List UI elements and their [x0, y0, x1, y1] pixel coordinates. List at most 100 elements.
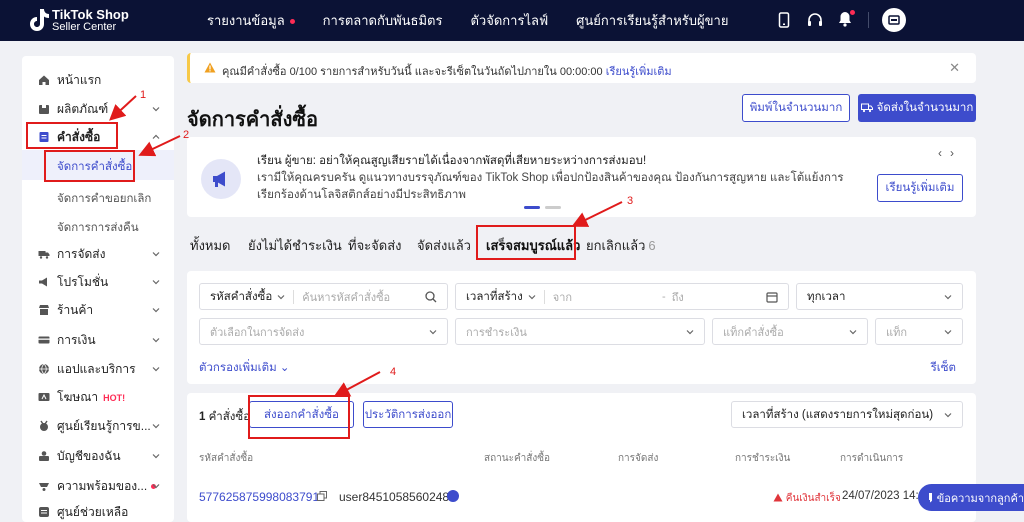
annotation-box-3: [476, 225, 576, 260]
sidebar-item-home[interactable]: หน้าแรก: [22, 67, 174, 93]
chevron-left-icon[interactable]: ‹: [938, 146, 950, 160]
order-count-suffix: คำสั่งซื้อ: [208, 411, 251, 423]
table-row[interactable]: 577625875998083791 user8451058560248 คืน…: [187, 483, 976, 509]
time-preset-select[interactable]: ทุกเวลา: [796, 283, 963, 310]
shop-avatar[interactable]: [882, 8, 906, 32]
notice-text: คุณมีคำสั่งซื้อ 0/100 รายการสำหรับวันนี้…: [222, 62, 672, 80]
chevron-down-icon: [528, 294, 536, 299]
tag-select[interactable]: แท็ก: [875, 318, 963, 345]
order-tag-select[interactable]: แท็กคำสั่งซื้อ: [712, 318, 868, 345]
nav-live-manager[interactable]: ตัวจัดการไลฟ์: [470, 10, 548, 31]
sidebar-subitem-cancellations[interactable]: จัดการคำขอยกเลิก: [57, 190, 151, 208]
print-bulk-button[interactable]: พิมพ์ในจำนวนมาก: [742, 94, 850, 122]
sidebar-item-promotions[interactable]: โปรโมชั่น: [22, 269, 174, 295]
shop-icon: [888, 15, 900, 25]
sidebar-label: แอปและบริการ: [57, 361, 136, 376]
copy-icon[interactable]: [317, 491, 327, 501]
ship-bulk-button[interactable]: จัดส่งในจำนวนมาก: [858, 94, 976, 122]
sidebar-item-apps[interactable]: แอปและบริการ: [22, 356, 174, 382]
tab-to-ship[interactable]: ที่จะจัดส่ง: [348, 235, 402, 256]
sidebar-item-help[interactable]: ศูนย์ช่วยเหลือ: [22, 499, 174, 522]
notification-dot: [289, 19, 295, 25]
headset-icon[interactable]: [807, 12, 823, 28]
tab-all[interactable]: ทั้งหมด: [190, 235, 231, 256]
sidebar-label-readiness: ความพร้อมของ...: [57, 477, 157, 496]
tab-unpaid[interactable]: ยังไม่ได้ชำระเงิน: [248, 235, 342, 256]
packaging-banner: เรียน ผู้ขาย: อย่าให้คุณสูญเสียรายได้เนื…: [187, 137, 976, 217]
close-icon[interactable]: ✕: [949, 60, 960, 76]
carousel-dot[interactable]: [545, 206, 561, 209]
shipping-option-select[interactable]: ตัวเลือกในการจัดส่ง: [199, 318, 448, 345]
reset-filters-link[interactable]: รีเซ็ต: [931, 359, 956, 377]
order-status-text: คืนเงินสำเร็จ: [785, 493, 841, 504]
sidebar-item-account[interactable]: บัญชีของฉัน: [22, 443, 174, 469]
sidebar-item-shipping[interactable]: การจัดส่ง: [22, 241, 174, 267]
sidebar-item-products[interactable]: ผลิตภัณฑ์: [22, 96, 174, 122]
order-id-input[interactable]: ค้นหารหัสคำสั่งซื้อ: [302, 288, 390, 306]
tab-shipped[interactable]: จัดส่งแล้ว: [417, 235, 471, 256]
payment-select[interactable]: การชำระเงิน: [455, 318, 705, 345]
sidebar-label: ร้านค้า: [57, 302, 94, 317]
export-history-button[interactable]: ประวัติการส่งออก: [363, 401, 453, 428]
ad-icon: [38, 393, 50, 401]
chevron-down-icon: [429, 330, 437, 335]
chat-icon[interactable]: [447, 490, 459, 502]
nav-learning-center[interactable]: ศูนย์การเรียนรู้สำหรับผู้ขาย: [576, 10, 728, 31]
sort-select[interactable]: เวลาที่สร้าง (แสดงรายการใหม่สุดก่อน): [731, 401, 963, 428]
column-shipping: การจัดส่ง: [618, 453, 659, 464]
nav-data-report[interactable]: รายงานข้อมูล: [207, 10, 295, 31]
created-time-range[interactable]: เวลาที่สร้าง จาก - ถึง: [455, 283, 789, 310]
chevron-down-icon: [152, 484, 160, 489]
order-id-link[interactable]: 577625875998083791: [199, 490, 319, 504]
carousel-dot-active[interactable]: [524, 206, 540, 209]
chevron-down-icon: [152, 454, 160, 459]
tag-placeholder: แท็ก: [886, 326, 908, 339]
sidebar-label: ศูนย์ช่วยเหลือ: [57, 504, 129, 519]
order-id-search[interactable]: รหัสคำสั่งซื้อ ค้นหารหัสคำสั่งซื้อ: [199, 283, 448, 310]
sidebar-item-ads[interactable]: โฆษณา HOT!: [22, 384, 174, 410]
sidebar-item-learning[interactable]: ศูนย์เรียนรู้การข...: [22, 413, 174, 439]
bell-button[interactable]: [838, 10, 855, 27]
hot-badge: HOT!: [103, 392, 126, 403]
chevron-right-icon[interactable]: ›: [950, 146, 962, 160]
sidebar-item-shop[interactable]: ร้านค้า: [22, 297, 174, 323]
chevron-down-icon: [152, 107, 160, 112]
date-from-input[interactable]: จาก: [553, 288, 572, 306]
alert-icon: [773, 493, 783, 502]
card-icon: [38, 336, 50, 344]
medal-icon: [40, 420, 48, 431]
tab-cancelled[interactable]: ยกเลิกแล้ว 6: [586, 235, 656, 256]
tab-label: ยกเลิกแล้ว: [586, 238, 646, 253]
bell-dot: [850, 10, 855, 15]
sidebar-item-readiness[interactable]: ความพร้อมของ...: [22, 473, 174, 499]
sidebar-label: โฆษณา: [57, 389, 99, 404]
order-limit-notice: คุณมีคำสั่งซื้อ 0/100 รายการสำหรับวันนี้…: [187, 53, 976, 83]
order-tag-placeholder: แท็กคำสั่งซื้อ: [723, 326, 784, 339]
date-to-input[interactable]: ถึง: [672, 288, 684, 306]
chevron-up-icon: [152, 134, 160, 139]
order-status: คืนเงินสำเร็จ: [773, 491, 841, 506]
sidebar-label: ศูนย์เรียนรู้การข...: [57, 418, 151, 433]
banner-learn-more-button[interactable]: เรียนรู้เพิ่มเติม: [877, 174, 963, 202]
sidebar-subitem-returns[interactable]: จัดการการส่งคืน: [57, 219, 139, 237]
annotation-box-1: [26, 122, 118, 149]
more-filters-toggle[interactable]: ตัวกรองเพิ่มเติม ⌄: [199, 359, 290, 377]
chevron-down-icon: [152, 338, 160, 343]
tiktok-shop-logo[interactable]: TikTok Shop Seller Center: [28, 6, 138, 36]
logo-title: TikTok Shop: [52, 7, 129, 22]
box-icon: [39, 105, 49, 114]
logo-subtitle: Seller Center: [52, 21, 117, 33]
notice-learn-more-link[interactable]: เรียนรู้เพิ่มเติม: [606, 66, 672, 78]
sidebar-item-finance[interactable]: การเงิน: [22, 327, 174, 353]
divider: [543, 289, 545, 304]
annotation-box-2: [44, 150, 135, 182]
sidebar-label: การจัดส่ง: [57, 246, 106, 261]
readiness-icon: [39, 483, 49, 491]
annotation-number: 3: [627, 195, 634, 207]
phone-icon[interactable]: [778, 12, 790, 28]
nav-affiliate[interactable]: การตลาดกับพันธมิตร: [323, 10, 443, 31]
customer-messages-button[interactable]: ข้อความจากลูกค้า: [918, 484, 1024, 511]
search-icon[interactable]: [425, 291, 437, 303]
chevron-down-icon: [152, 252, 160, 257]
calendar-icon[interactable]: [766, 291, 778, 303]
